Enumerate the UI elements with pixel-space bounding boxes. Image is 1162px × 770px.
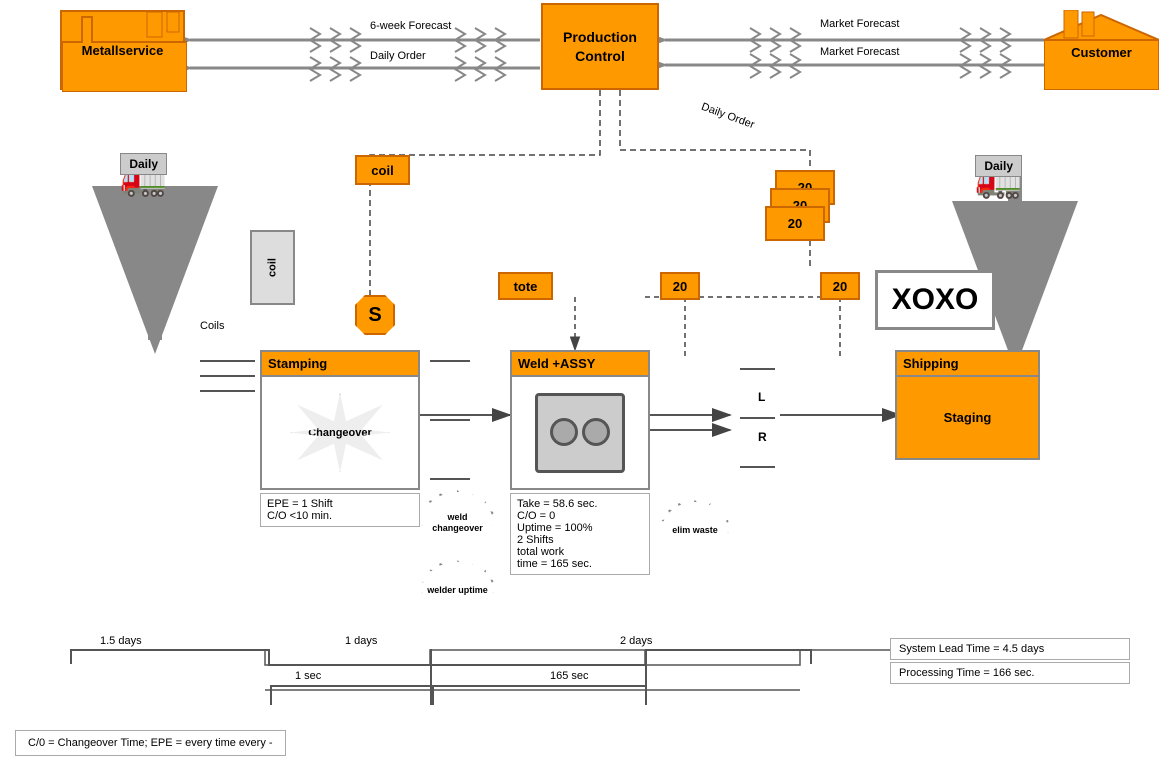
processing-time-box: Processing Time = 166 sec.: [890, 662, 1130, 684]
weld-assy-process: Weld +ASSY: [510, 350, 650, 490]
staging-label: Staging: [897, 377, 1038, 458]
timeline-1-days: 1 days: [345, 635, 377, 647]
weld-co: C/O = 0: [517, 510, 643, 522]
weld-uptime: Uptime = 100%: [517, 522, 643, 534]
customer-label: Customer: [1044, 45, 1159, 60]
weld-info: Take = 58.6 sec. C/O = 0 Uptime = 100% 2…: [510, 493, 650, 575]
daily-right-label: Daily: [975, 155, 1022, 177]
truck-right: Daily 🚛: [975, 155, 1022, 201]
six-week-forecast-label: 6-week Forecast: [370, 20, 451, 32]
shipping-header: Shipping: [897, 352, 1038, 377]
welder-uptime-kaizen: welder uptime: [420, 560, 495, 620]
market-forecast-top-label: Market Forecast: [820, 18, 899, 30]
daily-left-label: Daily: [120, 153, 167, 175]
timeline-1-sec: 1 sec: [295, 670, 321, 682]
xoxo-box: XOXO: [875, 270, 995, 330]
stamping-header: Stamping: [262, 352, 418, 377]
stamping-process: Stamping Changeover: [260, 350, 420, 490]
legend-box: C/0 = Changeover Time; EPE = every time …: [15, 730, 286, 756]
stamping-co: C/O <10 min.: [267, 510, 413, 522]
l-label: L: [758, 390, 765, 404]
timeline-2-days: 2 days: [620, 635, 652, 647]
weld-changeover-kaizen: weld changeover: [420, 490, 495, 555]
coil-tag-top: coil: [355, 155, 410, 185]
timeline-165-sec: 165 sec: [550, 670, 589, 682]
truck-left: Daily 🚛: [120, 153, 167, 199]
weld-machine: [535, 393, 625, 473]
qty-20-weld-tag: 20: [660, 272, 700, 300]
market-forecast-bottom-label: Market Forecast: [820, 46, 899, 58]
metallservice-label: Metallservice: [82, 43, 164, 58]
weld-total-work: total worktime = 165 sec.: [517, 546, 643, 570]
r-label: R: [758, 430, 767, 444]
stamping-info: EPE = 1 Shift C/O <10 min.: [260, 493, 420, 527]
weld-header: Weld +ASSY: [512, 352, 648, 377]
weld-shifts: 2 Shifts: [517, 534, 643, 546]
metallservice-box: Metallservice: [60, 10, 185, 90]
timeline-1-5-days: 1.5 days: [100, 635, 142, 647]
coil-inventory-box: coil: [250, 230, 295, 305]
qty-20-ship-tag: 20: [820, 272, 860, 300]
system-lead-time-box: System Lead Time = 4.5 days: [890, 638, 1130, 660]
tote-tag: tote: [498, 272, 553, 300]
coils-text: Coils: [200, 320, 224, 332]
stamping-epe: EPE = 1 Shift: [267, 498, 413, 510]
weld-take: Take = 58.6 sec.: [517, 498, 643, 510]
shipping-process: Shipping Staging: [895, 350, 1040, 460]
daily-order-right-label: Daily Order: [700, 101, 756, 131]
changeover-burst: Changeover: [290, 393, 390, 473]
s-signal-box: S: [355, 295, 395, 335]
elim-waste-kaizen: elim waste: [660, 500, 730, 560]
daily-order-left-label: Daily Order: [370, 50, 426, 62]
production-control-box: ProductionControl: [541, 3, 659, 90]
production-control-label: ProductionControl: [563, 28, 637, 64]
